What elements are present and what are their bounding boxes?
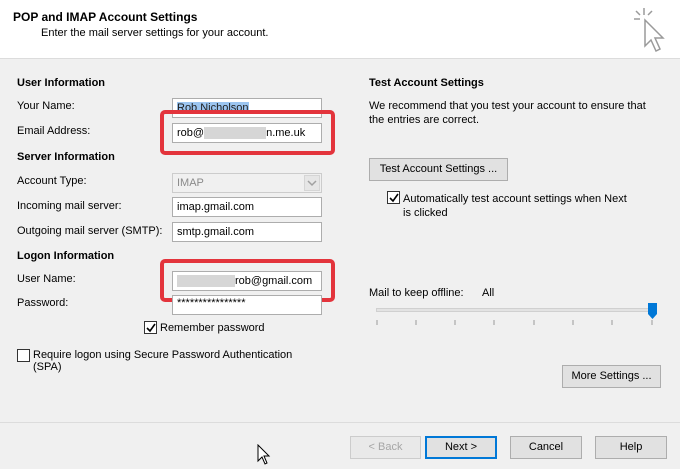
offline-slider-track[interactable] xyxy=(376,308,653,312)
dropdown-button[interactable] xyxy=(304,175,320,191)
remember-password-checkbox[interactable] xyxy=(144,321,157,334)
dialog-subtitle: Enter the mail server settings for your … xyxy=(41,27,269,39)
spa-label: Require logon using Secure Password Auth… xyxy=(33,349,292,373)
server-info-heading: Server Information xyxy=(17,151,115,163)
auto-test-checkbox[interactable] xyxy=(387,191,400,204)
mouse-pointer-icon xyxy=(257,444,271,465)
your-name-label: Your Name: xyxy=(17,100,75,112)
spa-label-line2: (SPA) xyxy=(33,361,62,373)
account-type-label: Account Type: xyxy=(17,175,87,187)
checkmark-icon xyxy=(146,323,156,333)
outgoing-server-input[interactable]: smtp.gmail.com xyxy=(172,222,322,242)
footer-divider xyxy=(0,422,680,423)
offline-value: All xyxy=(482,287,495,299)
auto-test-label: Automatically test account settings when… xyxy=(403,192,627,220)
logon-info-heading: Logon Information xyxy=(17,250,115,262)
remember-password-label: Remember password xyxy=(160,322,265,334)
cancel-button[interactable]: Cancel xyxy=(510,436,582,459)
offline-label: Mail to keep offline: xyxy=(369,287,464,299)
test-account-settings-button[interactable]: Test Account Settings ... xyxy=(369,158,508,181)
test-desc-line1: We recommend that you test your account … xyxy=(369,100,646,112)
dialog-title: POP and IMAP Account Settings xyxy=(13,10,198,24)
outgoing-server-label: Outgoing mail server (SMTP): xyxy=(17,225,163,237)
incoming-server-label: Incoming mail server: xyxy=(17,200,122,212)
user-name-label: User Name: xyxy=(17,273,76,285)
test-settings-description: We recommend that you test your account … xyxy=(369,99,646,127)
test-settings-heading: Test Account Settings xyxy=(369,77,484,89)
chevron-down-icon xyxy=(307,180,317,187)
click-cursor-icon xyxy=(634,8,665,53)
auto-test-line2: is clicked xyxy=(403,207,448,219)
email-address-label: Email Address: xyxy=(17,125,91,137)
help-button[interactable]: Help xyxy=(595,436,667,459)
auto-test-line1: Automatically test account settings when… xyxy=(403,193,627,205)
incoming-server-input[interactable]: imap.gmail.com xyxy=(172,197,322,217)
offline-slider-thumb[interactable] xyxy=(647,303,657,319)
back-button[interactable]: < Back xyxy=(350,436,421,459)
highlight-box-email xyxy=(160,110,335,155)
account-type-value: IMAP xyxy=(177,177,204,189)
user-info-heading: User Information xyxy=(17,77,106,89)
spa-checkbox[interactable] xyxy=(17,349,30,362)
slider-ticks xyxy=(376,320,653,325)
test-desc-line2: the entries are correct. xyxy=(369,114,480,126)
more-settings-button[interactable]: More Settings ... xyxy=(562,365,661,388)
account-type-select[interactable]: IMAP xyxy=(172,173,322,193)
password-input[interactable]: **************** xyxy=(172,295,322,315)
password-label: Password: xyxy=(17,297,69,309)
next-button[interactable]: Next > xyxy=(425,436,497,459)
checkmark-icon xyxy=(389,193,399,203)
spa-label-line1: Require logon using Secure Password Auth… xyxy=(33,349,293,361)
